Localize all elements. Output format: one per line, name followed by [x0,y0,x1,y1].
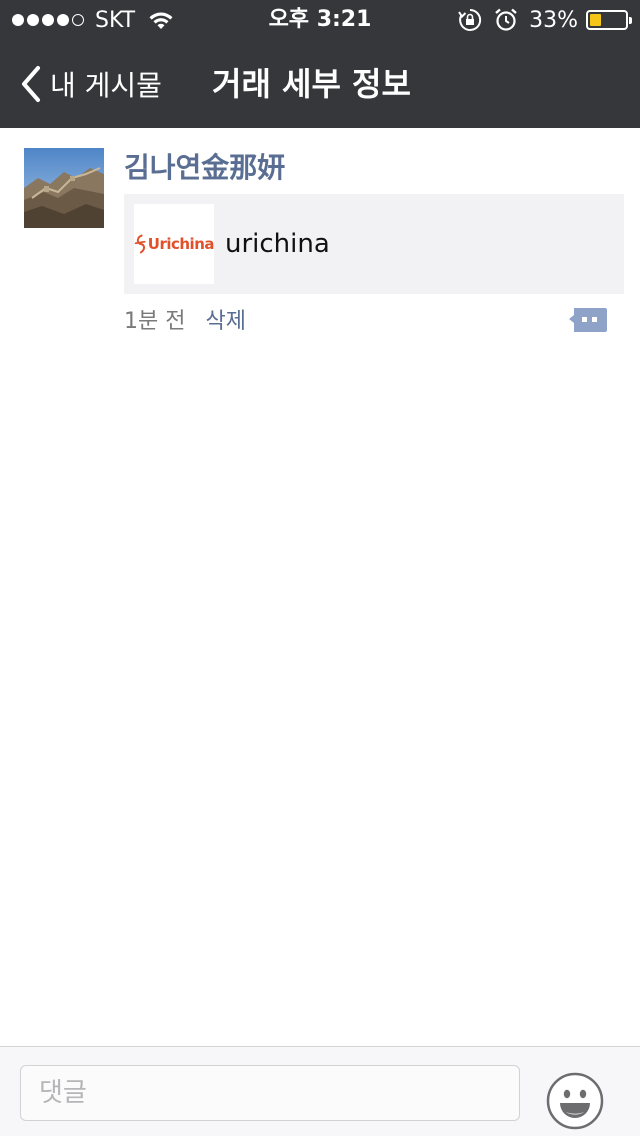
delete-button[interactable]: 삭제 [205,303,245,335]
urichina-logo-icon [134,234,146,254]
shared-link-card[interactable]: Urichina urichina [124,194,624,294]
screen: SKT 오후 3:21 33% 내 게시물 거래 세부 정보 김나연金那妍 Ur… [0,0,640,1136]
status-bar: SKT 오후 3:21 33% [0,0,640,40]
timestamp: 1분 전 [124,309,186,334]
author-name[interactable]: 김나연金那妍 [124,148,285,188]
back-button[interactable]: 내 게시물 [18,62,162,106]
back-chevron-icon [22,66,40,102]
page-title: 거래 세부 정보 [212,65,411,103]
post-meta: 1분 전 삭제 [124,304,246,334]
comment-icon[interactable] [568,306,608,334]
comment-input[interactable] [20,1065,520,1121]
battery-percent: 33% [529,7,578,33]
comment-bar [0,1046,640,1136]
orientation-lock-icon [458,8,482,31]
status-right: 33% [457,6,632,34]
navigation-bar: 내 게시물 거래 세부 정보 [0,40,640,128]
alarm-icon [495,8,517,31]
top-bar: SKT 오후 3:21 33% 내 게시물 거래 세부 정보 [0,0,640,128]
battery-fill [590,14,601,26]
back-label: 내 게시물 [50,69,162,102]
link-thumbnail: Urichina [134,204,215,284]
emoji-icon[interactable] [546,1072,604,1130]
avatar-image [24,148,104,228]
avatar[interactable] [24,148,104,228]
link-logo-text: Urichina [147,235,215,253]
battery-icon [586,10,632,30]
link-title: urichina [225,229,330,259]
